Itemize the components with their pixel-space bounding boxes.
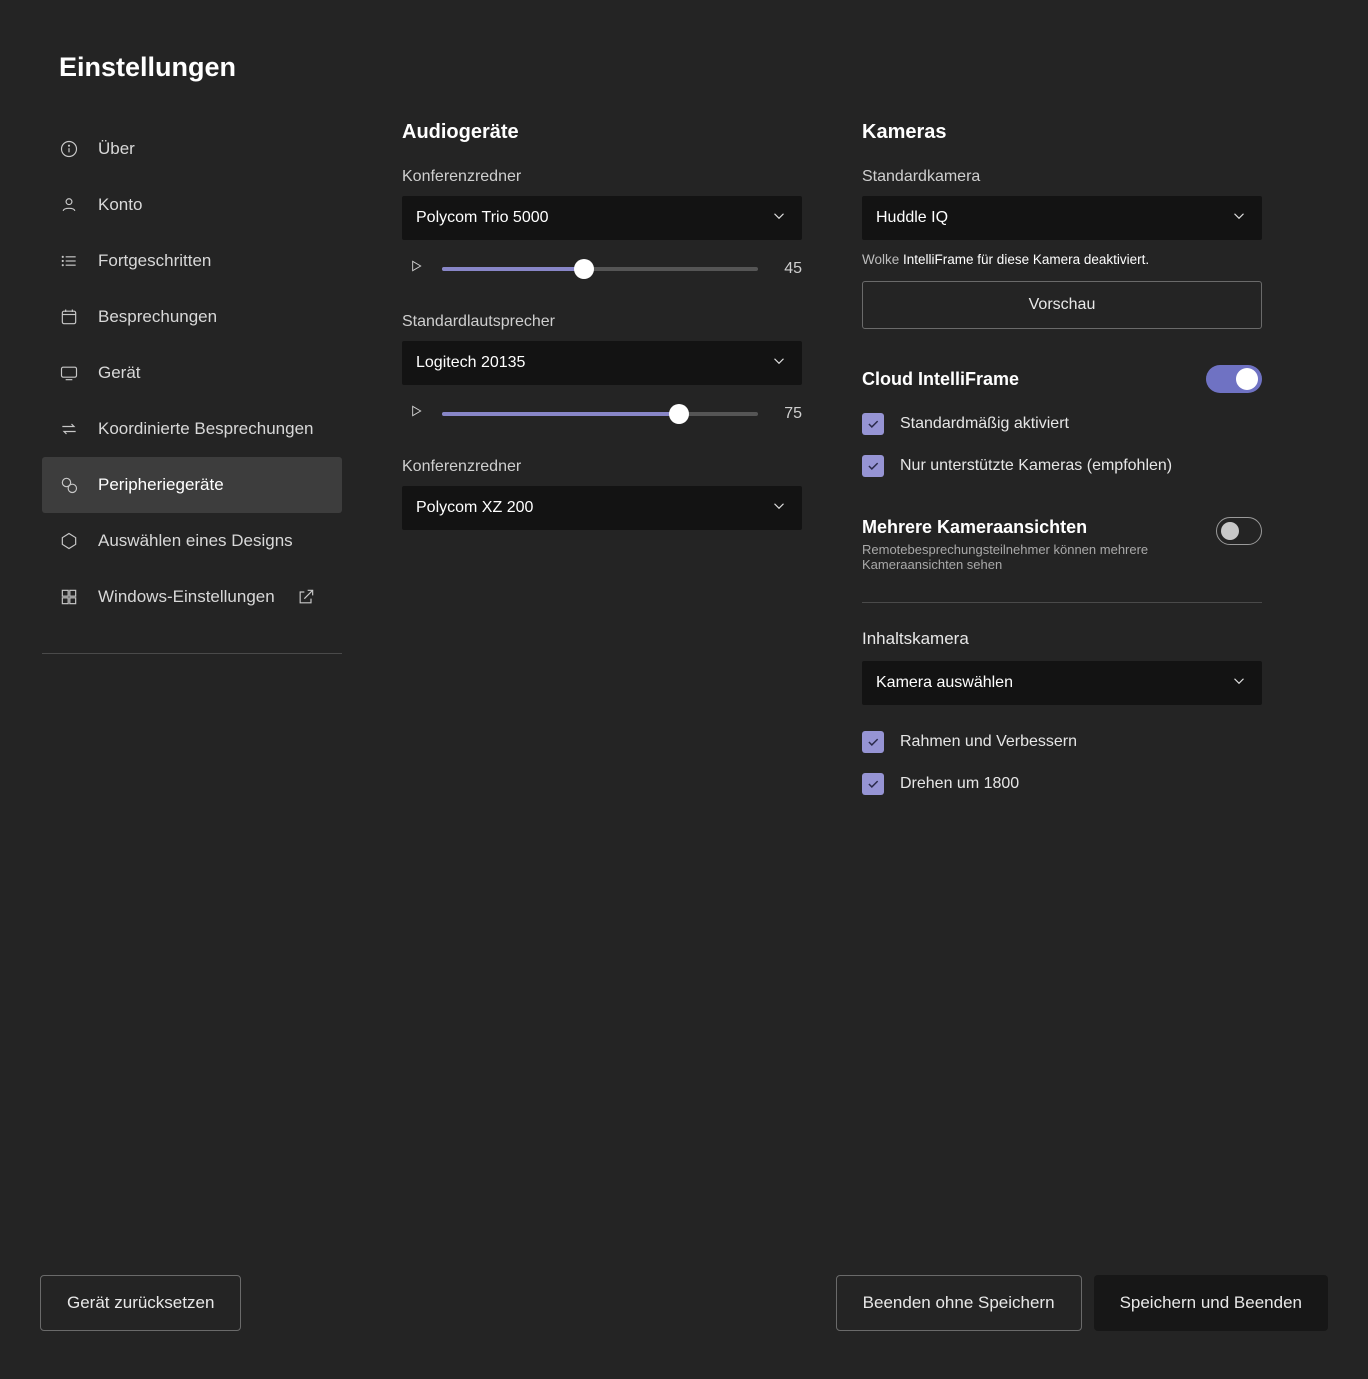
default-speaker-volume-slider[interactable] (442, 412, 758, 416)
default-speaker-volume-value: 75 (776, 405, 802, 423)
preview-button[interactable]: Vorschau (862, 281, 1262, 329)
account-icon (58, 194, 80, 216)
content-camera-select[interactable]: Kamera auswählen (862, 661, 1262, 705)
sidebar-item-label: Auswählen eines Designs (98, 531, 293, 551)
sidebar-item-about[interactable]: Über (42, 121, 342, 177)
calendar-icon (58, 306, 80, 328)
exit-without-saving-button[interactable]: Beenden ohne Speichern (836, 1275, 1082, 1331)
default-enabled-checkbox[interactable] (862, 413, 884, 435)
multi-view-label: Mehrere Kameraansichten (862, 517, 1216, 538)
sidebar-divider (42, 653, 342, 654)
rotate-180-checkbox[interactable] (862, 773, 884, 795)
sidebar-item-label: Besprechungen (98, 307, 217, 327)
sidebar-item-peripherals[interactable]: Peripheriegeräte (42, 457, 342, 513)
cameras-section: Kameras Standardkamera Huddle IQ Wolke I… (862, 121, 1262, 795)
play-icon[interactable] (408, 403, 424, 424)
supported-only-label: Nur unterstützte Kameras (empfohlen) (900, 457, 1172, 475)
footer: Gerät zurücksetzen Beenden ohne Speicher… (0, 1275, 1368, 1331)
select-value: Huddle IQ (876, 209, 948, 227)
default-camera-select[interactable]: Huddle IQ (862, 196, 1262, 240)
conf-speaker-volume-value: 45 (776, 260, 802, 278)
supported-only-checkbox[interactable] (862, 455, 884, 477)
multi-view-toggle[interactable] (1216, 517, 1262, 545)
list-icon (58, 250, 80, 272)
swap-icon (58, 418, 80, 440)
frame-enhance-label: Rahmen und Verbessern (900, 733, 1077, 751)
default-speaker-label: Standardlautsprecher (402, 313, 802, 331)
conf-speaker2-select[interactable]: Polycom XZ 200 (402, 486, 802, 530)
sidebar-item-label: Konto (98, 195, 142, 215)
cameras-divider (862, 602, 1262, 603)
intelliframe-note: Wolke IntelliFrame für diese Kamera deak… (862, 252, 1262, 267)
reset-device-button[interactable]: Gerät zurücksetzen (40, 1275, 241, 1331)
external-link-icon (295, 586, 317, 608)
sidebar-item-windows-settings[interactable]: Windows-Einstellungen (42, 569, 342, 625)
conf-speaker2-label: Konferenzredner (402, 458, 802, 476)
select-value: Polycom XZ 200 (416, 499, 533, 517)
default-speaker-select[interactable]: Logitech 20135 (402, 341, 802, 385)
cloud-intelliframe-label: Cloud IntelliFrame (862, 369, 1019, 390)
chevron-down-icon (1230, 207, 1248, 230)
chevron-down-icon (770, 352, 788, 375)
sidebar-item-label: Über (98, 139, 135, 159)
content-camera-label: Inhaltskamera (862, 629, 1262, 649)
cloud-intelliframe-toggle[interactable] (1206, 365, 1262, 393)
multi-view-sub: Remotebesprechungsteilnehmer können mehr… (862, 542, 1216, 572)
save-and-exit-button[interactable]: Speichern und Beenden (1094, 1275, 1328, 1331)
default-camera-label: Standardkamera (862, 168, 1262, 186)
info-icon (58, 138, 80, 160)
conf-speaker-volume-slider[interactable] (442, 267, 758, 271)
play-icon[interactable] (408, 258, 424, 279)
page-title: Einstellungen (0, 0, 1368, 83)
sidebar-item-account[interactable]: Konto (42, 177, 342, 233)
conf-speaker-select[interactable]: Polycom Trio 5000 (402, 196, 802, 240)
sidebar-item-meetings[interactable]: Besprechungen (42, 289, 342, 345)
sidebar-item-label: Peripheriegeräte (98, 475, 224, 495)
frame-enhance-checkbox[interactable] (862, 731, 884, 753)
select-value: Kamera auswählen (876, 674, 1013, 692)
peripherals-icon (58, 474, 80, 496)
settings-sidebar: Über Konto Fortgeschritten Besprechungen (42, 121, 342, 795)
chevron-down-icon (770, 497, 788, 520)
sidebar-item-advanced[interactable]: Fortgeschritten (42, 233, 342, 289)
sidebar-item-device[interactable]: Gerät (42, 345, 342, 401)
sidebar-item-label: Fortgeschritten (98, 251, 211, 271)
select-value: Logitech 20135 (416, 354, 525, 372)
select-value: Polycom Trio 5000 (416, 209, 549, 227)
audio-section: Audiogeräte Konferenzredner Polycom Trio… (402, 121, 802, 795)
sidebar-item-coordinated-meetings[interactable]: Koordinierte Besprechungen (42, 401, 342, 457)
default-enabled-label: Standardmäßig aktiviert (900, 415, 1069, 433)
conf-speaker-label: Konferenzredner (402, 168, 802, 186)
sidebar-item-label: Gerät (98, 363, 141, 383)
sidebar-item-label: Koordinierte Besprechungen (98, 419, 313, 439)
windows-icon (58, 586, 80, 608)
cameras-section-title: Kameras (862, 121, 1262, 144)
chevron-down-icon (770, 207, 788, 230)
theme-icon (58, 530, 80, 552)
rotate-180-label: Drehen um 1800 (900, 775, 1019, 793)
sidebar-item-label: Windows-Einstellungen (98, 587, 275, 607)
monitor-icon (58, 362, 80, 384)
sidebar-item-theme[interactable]: Auswählen eines Designs (42, 513, 342, 569)
chevron-down-icon (1230, 672, 1248, 695)
audio-section-title: Audiogeräte (402, 121, 802, 144)
